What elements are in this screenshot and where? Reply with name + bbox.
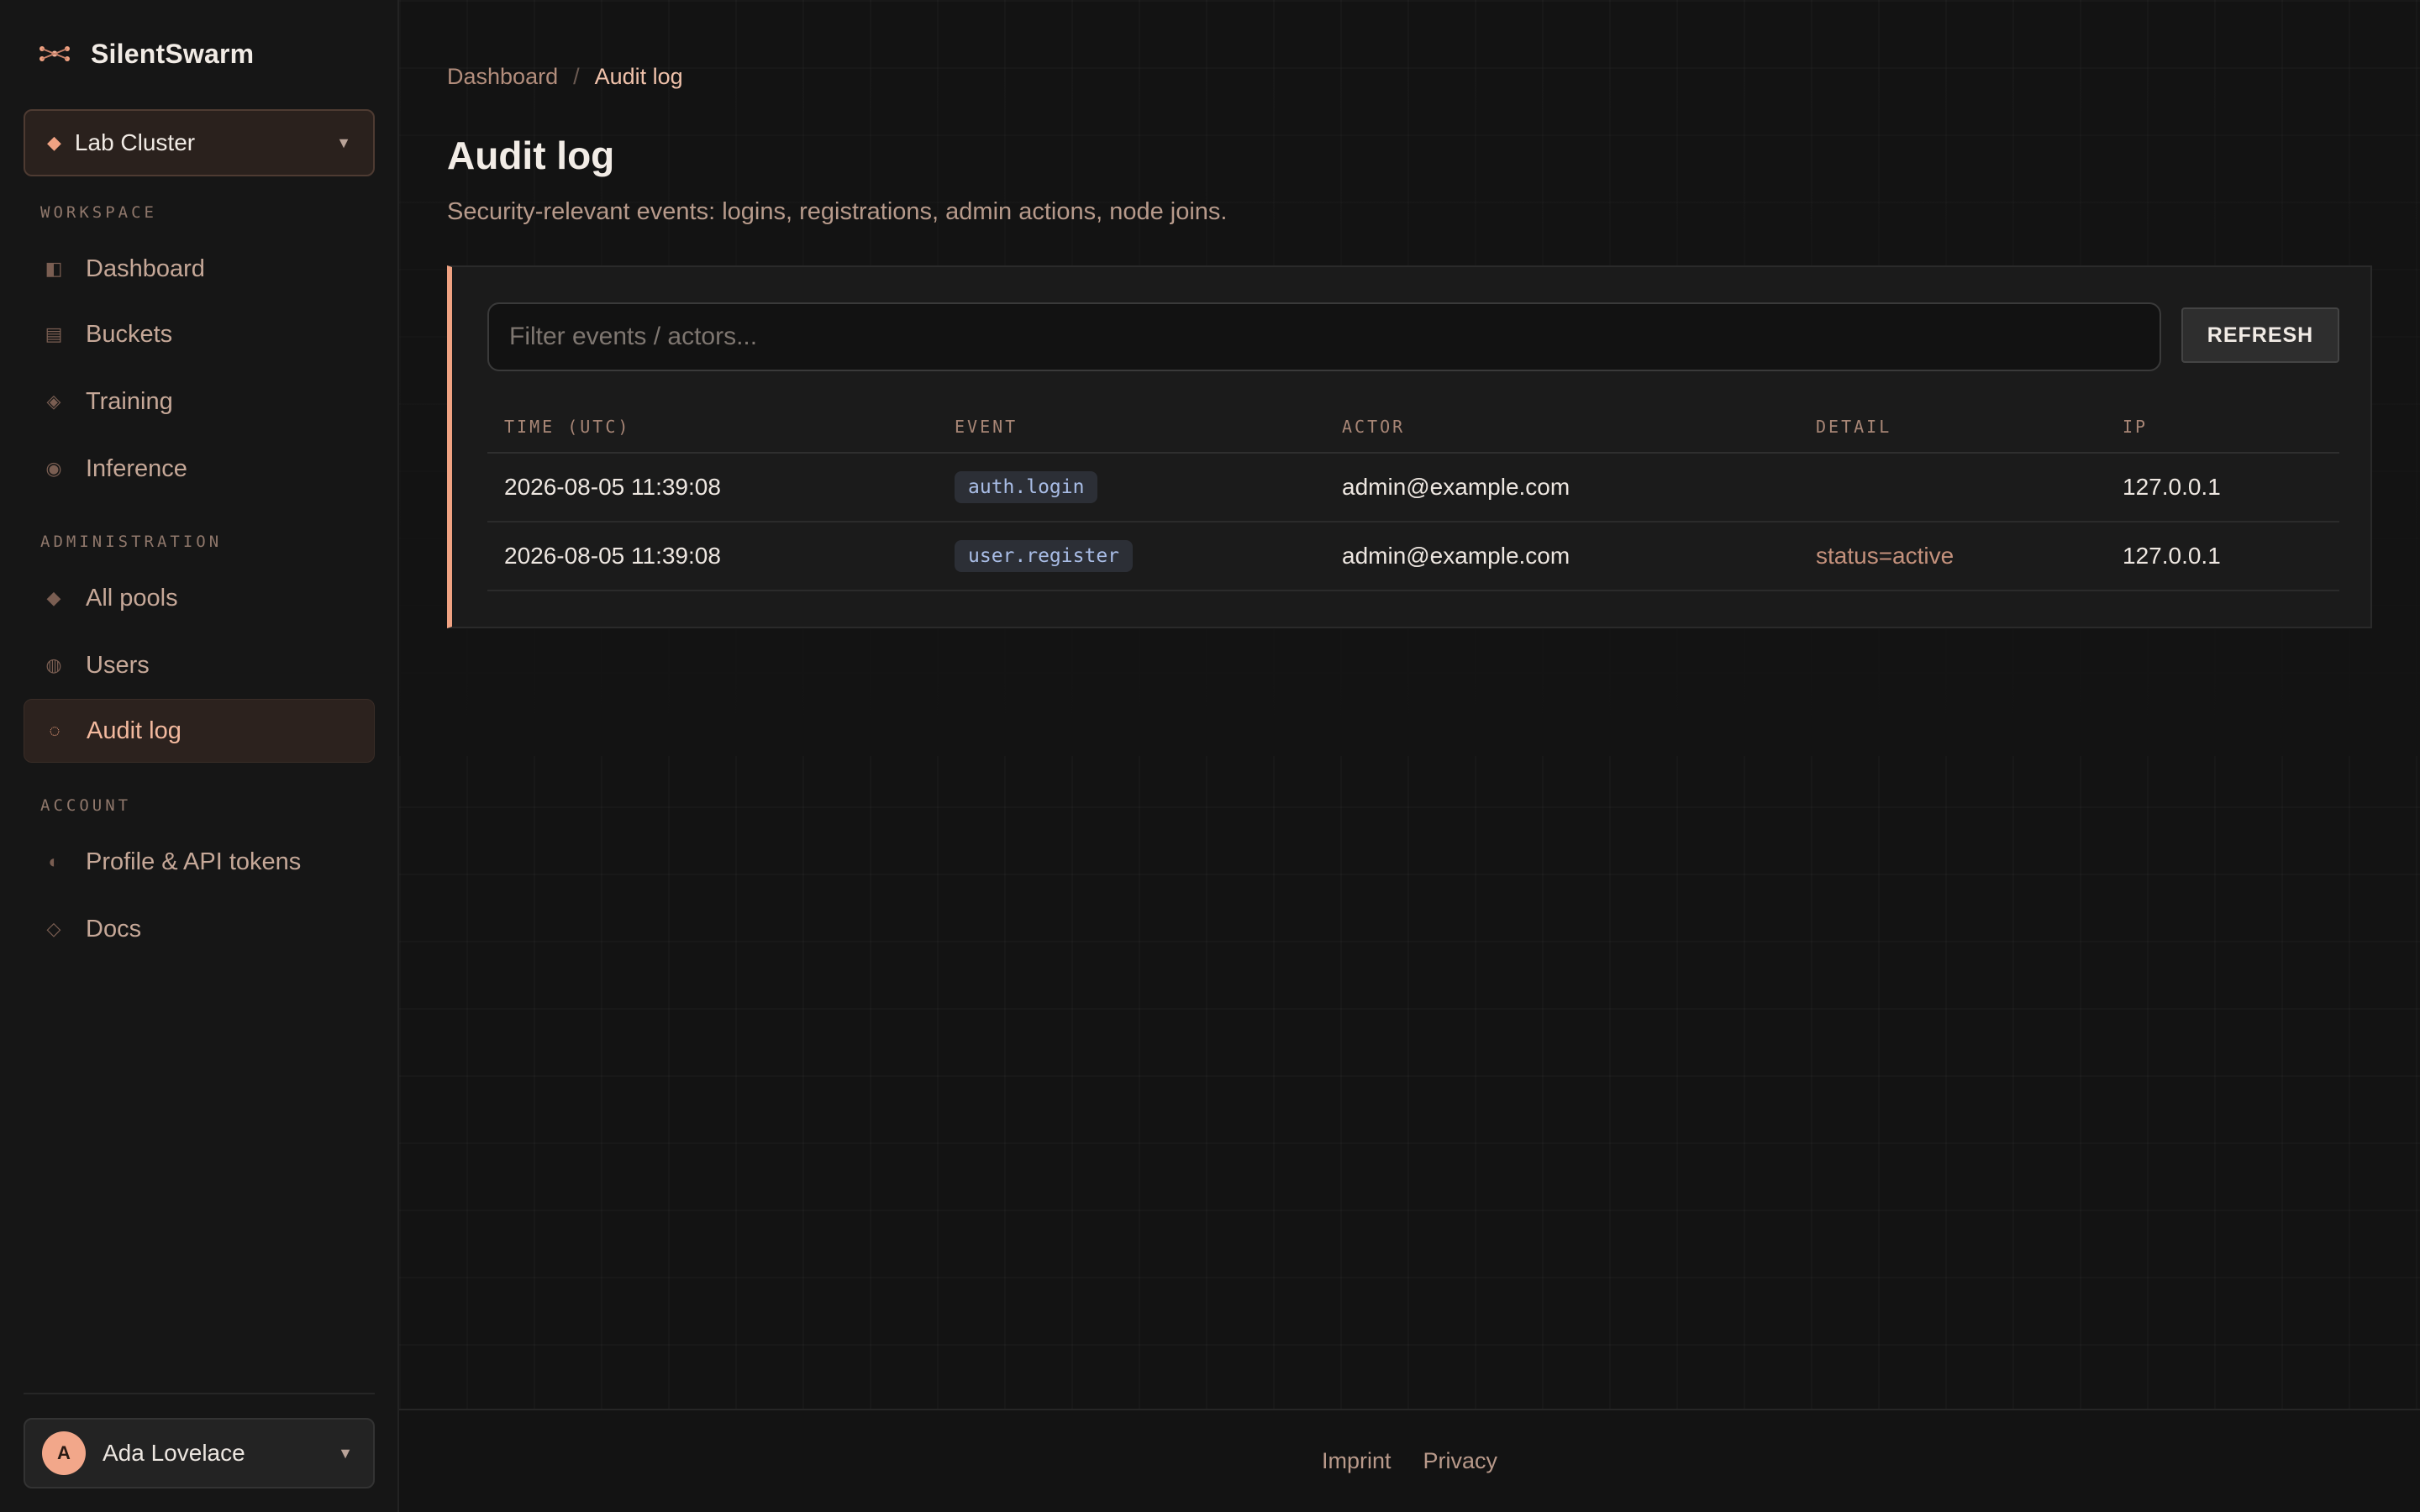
breadcrumb: Dashboard / Audit log	[447, 64, 683, 90]
section-label-account: ACCOUNT	[40, 796, 132, 815]
audit-icon: ◌	[49, 720, 60, 741]
column-header-event[interactable]: EVENT	[955, 417, 1342, 437]
swarm-logo-icon	[39, 46, 70, 61]
column-header-actor[interactable]: ACTOR	[1342, 417, 1816, 437]
avatar: A	[42, 1431, 86, 1475]
sidebar-item-training[interactable]: ◈ Training	[24, 370, 375, 433]
cell-actor: admin@example.com	[1342, 474, 1570, 500]
profile-icon: ◐	[48, 851, 60, 872]
page-title: Audit log	[447, 134, 615, 177]
audit-table: TIME (UTC) EVENT ACTOR DETAIL IP 2026-08…	[487, 402, 2339, 591]
breadcrumb-current: Audit log	[594, 64, 683, 89]
app-name: SilentSwarm	[91, 38, 255, 69]
user-menu[interactable]: A Ada Lovelace ▼	[24, 1418, 375, 1488]
cell-actor: admin@example.com	[1342, 543, 1570, 569]
cell-ip: 127.0.0.1	[2123, 543, 2221, 569]
breadcrumb-separator: /	[573, 64, 580, 89]
privacy-link[interactable]: Privacy	[1423, 1448, 1498, 1474]
cell-ip: 127.0.0.1	[2123, 474, 2221, 500]
filter-input[interactable]	[487, 302, 2161, 371]
table-row[interactable]: 2026-08-05 11:39:08 auth.login admin@exa…	[487, 454, 2339, 522]
sidebar-item-label: Users	[86, 651, 150, 679]
sidebar-item-all-pools[interactable]: ◆ All pools	[24, 566, 375, 630]
users-icon: ◍	[45, 654, 62, 675]
user-name: Ada Lovelace	[103, 1440, 245, 1466]
pools-icon: ◆	[46, 587, 61, 608]
sidebar-item-label: Training	[86, 387, 173, 415]
sidebar-item-label: Docs	[86, 915, 142, 942]
sidebar-item-label: All pools	[86, 584, 178, 612]
sidebar-item-users[interactable]: ◍ Users	[24, 633, 375, 697]
sidebar-item-label: Dashboard	[86, 255, 205, 282]
chevron-down-icon: ▼	[338, 1444, 353, 1462]
sidebar-item-label: Buckets	[86, 320, 173, 348]
main-content: Dashboard / Audit log Audit log Security…	[399, 0, 2420, 1512]
app-root: SilentSwarm ◆ Lab Cluster ▼ WORKSPACE ◧ …	[0, 0, 2420, 1512]
dashboard-icon: ◧	[45, 258, 63, 279]
sidebar-item-inference[interactable]: ◉ Inference	[24, 437, 375, 501]
event-pill: user.register	[955, 540, 1134, 572]
buckets-icon: ▤	[45, 323, 63, 344]
cell-time: 2026-08-05 11:39:08	[504, 543, 721, 569]
refresh-button[interactable]: REFRESH	[2181, 307, 2339, 363]
sidebar-item-dashboard[interactable]: ◧ Dashboard	[24, 237, 375, 301]
section-label-workspace: WORKSPACE	[40, 203, 157, 222]
sidebar-item-label: Profile & API tokens	[86, 848, 302, 875]
footer: Imprint Privacy	[399, 1409, 2420, 1512]
sidebar-item-audit-log[interactable]: ◌ Audit log	[24, 699, 375, 763]
sidebar-item-label: Inference	[86, 454, 187, 482]
docs-icon: ◇	[46, 918, 61, 939]
column-header-ip[interactable]: IP	[2123, 417, 2339, 437]
cell-time: 2026-08-05 11:39:08	[504, 474, 721, 500]
event-pill: auth.login	[955, 471, 1098, 503]
brand[interactable]: SilentSwarm	[37, 34, 254, 74]
cluster-selector[interactable]: ◆ Lab Cluster ▼	[24, 109, 375, 176]
cluster-diamond-icon: ◆	[47, 132, 61, 153]
inference-icon: ◉	[45, 458, 62, 479]
sidebar: SilentSwarm ◆ Lab Cluster ▼ WORKSPACE ◧ …	[0, 0, 399, 1512]
imprint-link[interactable]: Imprint	[1322, 1448, 1392, 1474]
training-icon: ◈	[46, 391, 61, 412]
column-header-time[interactable]: TIME (UTC)	[487, 417, 955, 437]
cluster-name: Lab Cluster	[74, 129, 196, 155]
sidebar-item-docs[interactable]: ◇ Docs	[24, 897, 375, 961]
cell-event: auth.login	[955, 471, 1342, 503]
chevron-down-icon: ▼	[336, 134, 351, 151]
section-label-administration: ADMINISTRATION	[40, 533, 223, 551]
table-header: TIME (UTC) EVENT ACTOR DETAIL IP	[487, 402, 2339, 454]
column-header-detail[interactable]: DETAIL	[1816, 417, 2123, 437]
sidebar-item-label: Audit log	[87, 717, 182, 744]
page-subtitle: Security-relevant events: logins, regist…	[447, 198, 1228, 225]
cell-event: user.register	[955, 540, 1342, 572]
cell-detail: status=active	[1816, 543, 1954, 569]
breadcrumb-dashboard-link[interactable]: Dashboard	[447, 64, 558, 90]
sidebar-divider	[24, 1393, 375, 1394]
sidebar-item-profile[interactable]: ◐ Profile & API tokens	[24, 830, 375, 894]
table-row[interactable]: 2026-08-05 11:39:08 user.register admin@…	[487, 522, 2339, 591]
audit-panel: REFRESH TIME (UTC) EVENT ACTOR DETAIL IP…	[447, 265, 2372, 628]
sidebar-item-buckets[interactable]: ▤ Buckets	[24, 302, 375, 366]
